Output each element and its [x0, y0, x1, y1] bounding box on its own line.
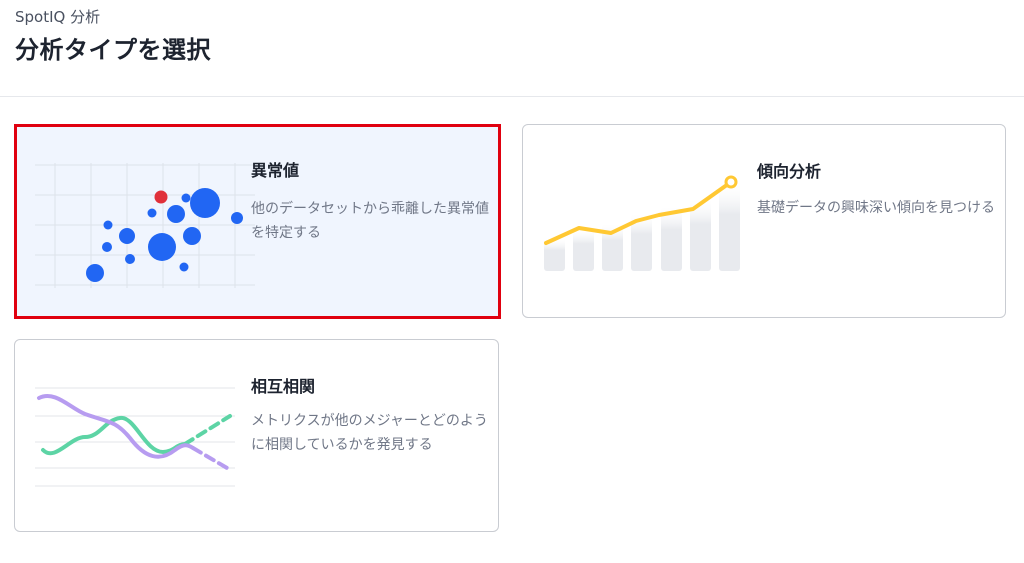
scatter-point — [102, 242, 112, 252]
analysis-card-trend[interactable]: 傾向分析 基礎データの興味深い傾向を見つける — [522, 124, 1006, 318]
correlation-wave-illustration — [35, 387, 235, 487]
page-header: SpotIQ 分析 分析タイプを選択 — [0, 0, 1024, 97]
scatter-point — [167, 205, 185, 223]
analysis-card-anomaly[interactable]: 異常値 他のデータセットから乖離した異常値を特定する — [14, 124, 501, 319]
scatter-point — [119, 228, 135, 244]
trend-endpoint — [724, 175, 738, 189]
card-description: 基礎データの興味深い傾向を見つける — [757, 200, 995, 216]
correlation-line-green-projection — [183, 414, 232, 446]
scatter-point — [103, 220, 113, 230]
trend-bar — [573, 229, 594, 271]
trend-bar — [719, 184, 740, 271]
card-title: 相互相関 — [251, 377, 316, 396]
anomaly-scatter-illustration — [35, 163, 255, 288]
scatter-point — [148, 233, 176, 261]
page-title: 分析タイプを選択 — [15, 36, 211, 64]
card-title: 異常値 — [251, 161, 300, 180]
trend-bar — [661, 207, 682, 271]
scatter-point — [231, 212, 243, 224]
scatter-point — [183, 227, 201, 245]
scatter-point — [125, 254, 135, 264]
card-description: メトリクスが他のメジャーとどのように相関しているかを発見する — [251, 413, 488, 453]
scatter-point — [179, 262, 189, 272]
scatter-point — [86, 264, 104, 282]
trend-bar-line-illustration — [544, 175, 740, 271]
scatter-point — [147, 208, 157, 218]
card-description: 他のデータセットから乖離した異常値を特定する — [251, 201, 489, 241]
card-title: 傾向分析 — [757, 162, 822, 181]
analysis-card-correlation[interactable]: 相互相関 メトリクスが他のメジャーとどのように相関しているかを発見する — [14, 339, 499, 532]
page-subtitle: SpotIQ 分析 — [15, 8, 101, 26]
anomaly-point — [154, 190, 168, 204]
scatter-point — [181, 193, 191, 203]
correlation-line-purple-projection — [191, 446, 229, 470]
scatter-point — [190, 188, 220, 218]
